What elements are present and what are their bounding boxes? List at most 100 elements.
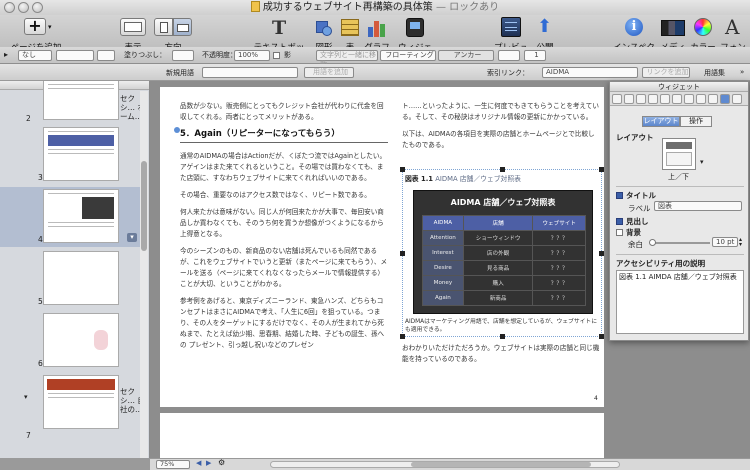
table-cell: 新商品 (462, 290, 534, 306)
metrics-inspector-icon[interactable] (672, 94, 682, 104)
chevron-down-icon[interactable]: ▾ (700, 158, 704, 166)
table-inspector-icon[interactable] (684, 94, 694, 104)
portrait-icon[interactable] (154, 18, 173, 36)
previous-page-icon[interactable]: ◀ (196, 459, 201, 467)
chart-inspector-icon[interactable] (696, 94, 706, 104)
line-color-well[interactable] (97, 50, 115, 61)
media-icon (661, 20, 685, 36)
figure-number: 図表 1.1 (405, 175, 434, 183)
zoom-select[interactable]: 75% (156, 460, 190, 469)
background-option[interactable]: 背景 (616, 227, 641, 238)
glossary-button[interactable]: 用語集 (704, 68, 725, 79)
caption-option[interactable]: 見出し (616, 216, 649, 227)
shadow-checkbox[interactable] (273, 52, 280, 59)
zoom-window-button[interactable] (32, 2, 43, 13)
anchor-button[interactable]: アンカー (438, 50, 494, 61)
margin-slider[interactable] (649, 239, 710, 246)
index-link-select[interactable]: AIDMA (542, 67, 638, 78)
page-number: 6 (38, 359, 43, 368)
resize-handle[interactable] (599, 167, 604, 172)
line-style-select[interactable] (56, 50, 94, 61)
window-title: 成功するウェブサイト再構築の具体策 (262, 2, 433, 13)
fill-color-well[interactable] (172, 50, 194, 61)
next-page-icon[interactable]: ▶ (206, 459, 211, 467)
accessibility-label: アクセシビリティ用の説明 (616, 259, 706, 268)
label-select[interactable]: 図表 (654, 201, 742, 211)
opacity-select[interactable]: 100% (234, 50, 270, 61)
wrap-inspector-icon[interactable] (636, 94, 646, 104)
new-term-input[interactable] (202, 67, 298, 78)
background-checkbox[interactable] (616, 229, 623, 236)
layout-preview-icon[interactable] (662, 138, 696, 170)
resize-handle[interactable] (599, 251, 604, 256)
margin-field[interactable]: 10 pt (712, 237, 738, 247)
layout-inspector-icon[interactable] (624, 94, 634, 104)
resize-handle[interactable] (500, 167, 505, 172)
gear-icon[interactable]: ⚙ (218, 458, 225, 467)
accessibility-description-field[interactable]: 図表 1.1 AIMDA 店舗／ウェブ対照表 (616, 270, 744, 334)
paragraph: おわかりいただけただろうか。ウェブサイトは実際の店舗と同じ機能を持っているのであ… (402, 344, 600, 363)
table-header: ウェブサイト (532, 215, 586, 231)
thumbnail-page-3[interactable]: 3 (0, 125, 148, 185)
floating-label: フローティング (385, 51, 434, 59)
paragraph: 以下は、AIDMAの各項目を実際の店舗とホームページとで比較したものである。 (402, 130, 595, 149)
paragraph: 何人来たかは意味がない。同じ人が何回来たかが大事で、毎回安い商品しか買わなくても… (180, 208, 384, 238)
resize-handle[interactable] (400, 251, 405, 256)
scroll-thumb[interactable] (411, 462, 591, 467)
resize-handle[interactable] (400, 334, 405, 339)
page-number: 2 (26, 114, 31, 123)
document-inspector-icon[interactable] (612, 94, 622, 104)
caption-checkbox[interactable] (616, 218, 623, 225)
document-icon (250, 1, 260, 12)
widget-inspector-icon[interactable] (720, 94, 730, 104)
floating-button[interactable]: フローティング (380, 50, 436, 61)
table-cell: 購入 (462, 275, 534, 291)
text-inspector-icon[interactable] (648, 94, 658, 104)
thumbnail-page-4[interactable]: 4 ▾ (0, 187, 148, 247)
caption-label: 見出し (626, 217, 649, 226)
scroll-thumb[interactable] (141, 161, 147, 251)
thumbnail-page-2[interactable]: 2 セクシ… ホーム… (0, 81, 148, 124)
thumbnail-page-6[interactable]: 6 (0, 311, 148, 371)
table-cell: Again (422, 290, 464, 306)
resize-handle[interactable] (599, 334, 604, 339)
figure-widget[interactable]: 図表 1.1 AIDMA 店舗／ウェブ対照表 AIDMA 店舗／ウェブ対照表 A… (400, 167, 604, 339)
page-thumbnails-sidebar: ブック 2 セクシ… ホーム… 3 4 ▾ 5 6 ▾ セクシ… 自社の… 7 (0, 81, 150, 458)
info-icon: i (625, 18, 643, 36)
tab-action[interactable]: 操作 (680, 116, 712, 127)
close-window-button[interactable] (4, 2, 15, 13)
font-icon: A (725, 15, 740, 39)
sidebar-scrollbar[interactable] (140, 91, 148, 458)
resize-handle[interactable] (500, 334, 505, 339)
tab-layout[interactable]: レイアウト (642, 116, 680, 127)
styles-drawer-icon[interactable]: ▸ (4, 50, 8, 61)
stepper-icon[interactable]: ▴ ▾ (739, 237, 742, 248)
move-with-text-button[interactable]: 文字列と一緒に移動 (316, 50, 378, 68)
color-wheel-icon (694, 18, 712, 36)
add-link-button[interactable]: リンクを追加 (642, 67, 690, 78)
wrap-select[interactable] (498, 50, 520, 61)
table-icon (341, 19, 359, 36)
add-term-button[interactable]: 用語を追加 (304, 67, 354, 78)
page-thumbnail (43, 375, 119, 429)
link-inspector-icon[interactable] (708, 94, 718, 104)
section-disclosure-icon[interactable]: ▾ (24, 393, 28, 401)
landscape-icon[interactable] (173, 18, 192, 36)
chevron-right-icon[interactable]: » (740, 67, 744, 78)
columns-select[interactable]: 1 (524, 50, 546, 61)
minimize-window-button[interactable] (18, 2, 29, 13)
table-cell: 店の外観 (462, 245, 534, 261)
resize-handle[interactable] (400, 167, 405, 172)
slider-knob[interactable] (649, 239, 656, 246)
columns-value: 1 (534, 51, 539, 59)
horizontal-scrollbar[interactable] (270, 461, 620, 468)
thumbnail-menu-icon[interactable]: ▾ (127, 233, 137, 242)
style-select[interactable]: なし (18, 50, 52, 61)
title-option[interactable]: タイトル (616, 190, 656, 201)
quicktime-inspector-icon[interactable] (732, 94, 742, 104)
graphic-inspector-icon[interactable] (660, 94, 670, 104)
title-checkbox[interactable] (616, 192, 623, 199)
right-column: ト……といったように、一生に何度でもきてもらうことを考えている。そして、その秘訣… (402, 101, 600, 157)
thumbnail-page-5[interactable]: 5 (0, 249, 148, 309)
thumbnail-page-7[interactable]: ▾ セクシ… 自社の… 7 (0, 373, 148, 453)
